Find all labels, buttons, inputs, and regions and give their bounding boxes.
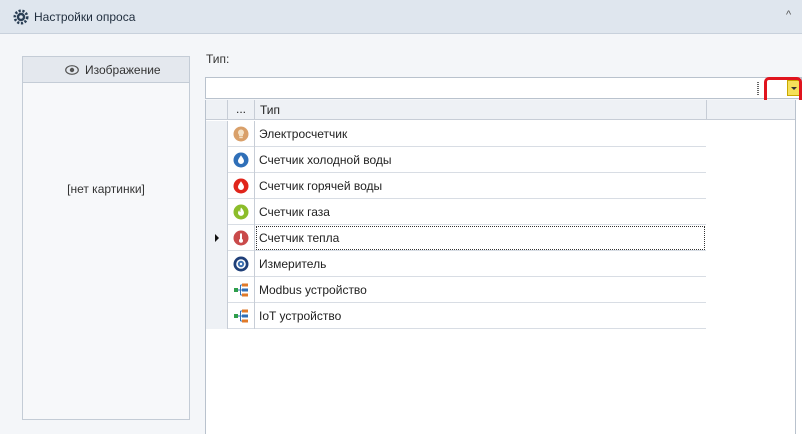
row-type-name: IoT устройство — [259, 309, 342, 323]
row-icon-cell — [228, 199, 255, 225]
gauge-icon — [233, 256, 249, 272]
iot-device-icon — [234, 309, 248, 323]
panel-title: Настройки опроса — [34, 10, 136, 24]
table-row[interactable]: Счетчик холодной воды — [206, 147, 706, 173]
row-indicator[interactable] — [206, 199, 228, 225]
combo-separator — [757, 82, 759, 95]
row-icon-cell — [228, 303, 255, 329]
grid-header-type-column[interactable]: Тип — [255, 100, 707, 120]
hot-water-icon — [233, 178, 249, 194]
panel-body: Изображение [нет картинки] Тип: ... Тип … — [0, 34, 802, 434]
table-row[interactable]: Счетчик тепла — [206, 225, 706, 251]
type-combobox[interactable] — [205, 77, 802, 99]
row-indicator[interactable] — [206, 121, 228, 147]
type-dropdown-grid[interactable]: ... Тип Электросчетчик Счетчик холодной в… — [205, 100, 802, 434]
row-type-name: Счетчик горячей воды — [259, 179, 383, 193]
image-tab[interactable]: Изображение — [23, 57, 189, 83]
table-row[interactable]: Электросчетчик — [206, 121, 706, 147]
row-type-name: Счетчик тепла — [259, 231, 340, 245]
row-type-name: Счетчик газа — [259, 205, 330, 219]
row-icon-cell — [228, 121, 255, 147]
gas-meter-icon — [233, 204, 249, 220]
heat-meter-icon — [233, 230, 249, 246]
row-type-name: Электросчетчик — [259, 127, 348, 141]
current-row-arrow-icon — [215, 234, 219, 242]
collapse-icon[interactable]: ^ — [786, 9, 791, 21]
table-row[interactable]: IoT устройство — [206, 303, 706, 329]
grid-border — [795, 100, 796, 434]
row-indicator[interactable] — [206, 173, 228, 199]
row-indicator[interactable] — [206, 147, 228, 173]
grid-header: ... Тип — [206, 100, 796, 120]
electricity-meter-icon — [233, 126, 249, 142]
row-indicator[interactable] — [206, 251, 228, 277]
row-indicator[interactable] — [206, 277, 228, 303]
no-image-text: [нет картинки] — [67, 182, 145, 196]
row-type-name: Измеритель — [259, 257, 327, 271]
table-row[interactable]: Измеритель — [206, 251, 706, 277]
row-icon-cell — [228, 225, 255, 251]
table-row[interactable]: Счетчик газа — [206, 199, 706, 225]
row-icon-cell — [228, 173, 255, 199]
row-indicator[interactable] — [206, 303, 228, 329]
image-tab-label: Изображение — [85, 63, 161, 77]
row-icon-cell — [228, 277, 255, 303]
cold-water-icon — [233, 152, 249, 168]
row-type-name: Modbus устройство — [259, 283, 367, 297]
table-row[interactable]: Счетчик горячей воды — [206, 173, 706, 199]
row-icon-cell — [228, 251, 255, 277]
panel-header[interactable]: Настройки опроса ^ — [0, 0, 802, 34]
modbus-device-icon — [234, 283, 248, 297]
row-indicator[interactable] — [206, 225, 228, 251]
table-row[interactable]: Modbus устройство — [206, 277, 706, 303]
row-icon-cell — [228, 147, 255, 173]
grid-header-icon-column[interactable]: ... — [228, 100, 255, 120]
type-label: Тип: — [206, 52, 230, 66]
row-type-name: Счетчик холодной воды — [259, 153, 392, 167]
eye-icon — [65, 65, 79, 75]
grid-header-indicator — [206, 100, 228, 120]
gear-icon — [13, 9, 29, 25]
image-panel: Изображение [нет картинки] — [22, 56, 190, 420]
